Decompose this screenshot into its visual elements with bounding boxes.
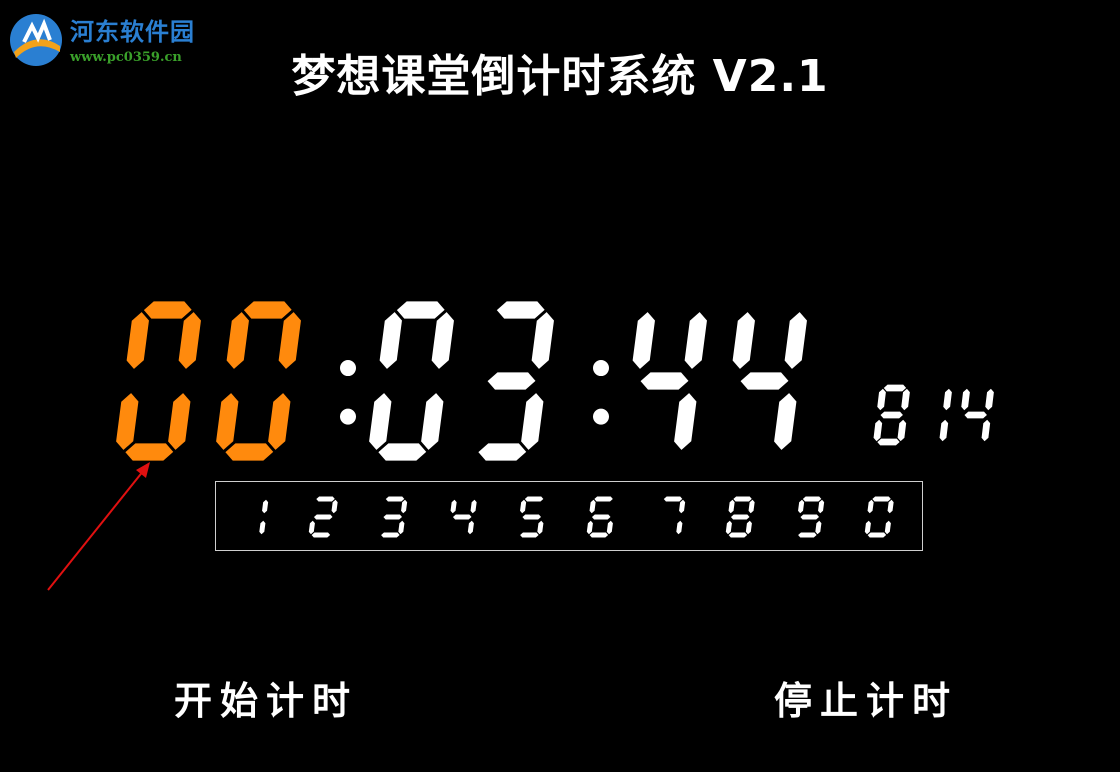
annotation-arrow-icon	[47, 462, 150, 591]
